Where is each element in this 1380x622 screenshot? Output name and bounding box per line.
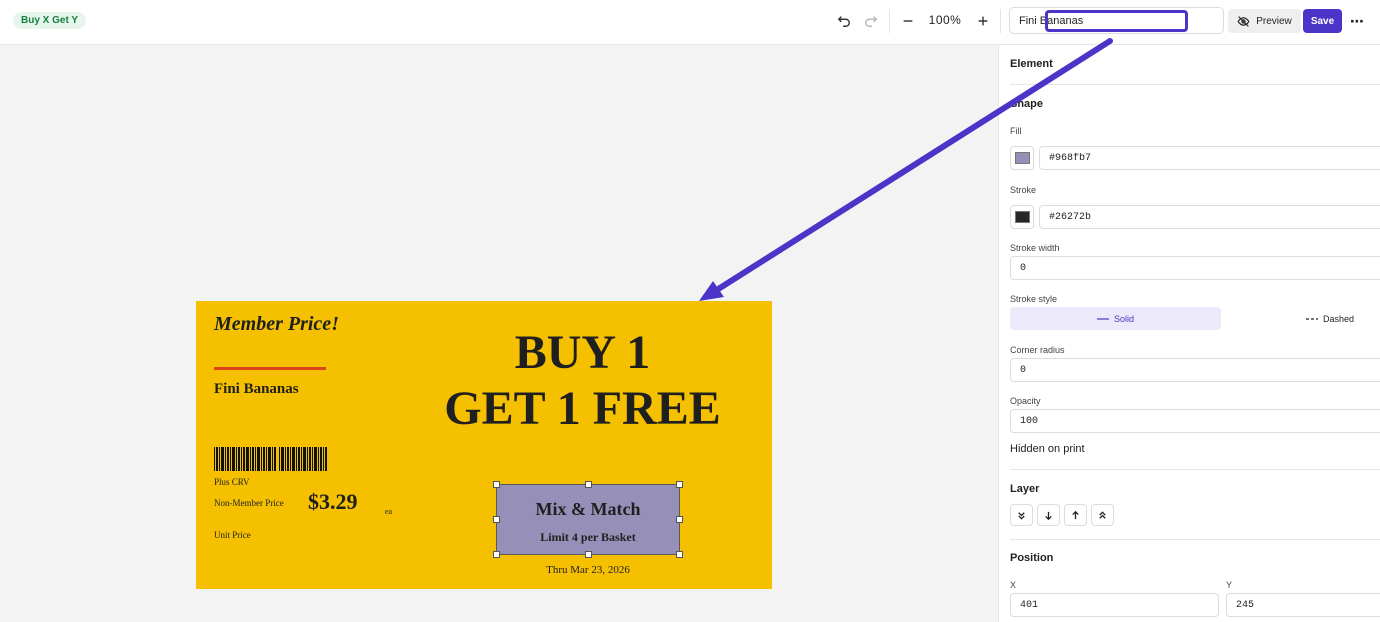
mix-match-shape[interactable]: Mix & Match Limit 4 per Basket <box>496 484 680 555</box>
eye-off-icon <box>1237 15 1250 27</box>
properties-panel: Element Shape Fill Stroke Stroke width S… <box>998 45 1380 622</box>
preview-label: Preview <box>1256 15 1292 27</box>
resize-handle-se[interactable] <box>676 551 683 558</box>
mix-match-title: Mix & Match <box>535 499 641 519</box>
panel-divider <box>1010 539 1380 540</box>
zoom-in-icon <box>978 16 988 26</box>
position-heading: Position <box>1010 552 1054 564</box>
corner-radius-input[interactable] <box>1010 358 1380 382</box>
dashed-line-icon <box>1305 317 1318 320</box>
barcode-icon[interactable] <box>214 447 327 471</box>
stroke-style-solid[interactable]: Solid <box>1010 307 1221 330</box>
product-name-text[interactable]: Fini Bananas <box>214 381 299 398</box>
top-bar: Buy X Get Y 100% Preview Save ⋯ <box>0 0 1380 45</box>
toolbar-divider <box>889 9 890 33</box>
fill-label: Fill <box>1010 126 1022 136</box>
bring-forward-icon <box>1072 510 1079 519</box>
stroke-width-input[interactable] <box>1010 256 1380 280</box>
resize-handle-sw[interactable] <box>493 551 500 558</box>
send-backward-icon <box>1045 511 1052 520</box>
zoom-level: 100% <box>928 13 962 27</box>
bring-to-front-icon <box>1099 510 1106 519</box>
panel-divider <box>1010 469 1380 470</box>
y-label: Y <box>1226 580 1233 590</box>
zoom-out-button[interactable] <box>897 10 919 32</box>
send-backward-button[interactable] <box>1037 504 1060 526</box>
corner-radius-label: Corner radius <box>1010 345 1065 355</box>
undo-button[interactable] <box>833 10 855 32</box>
fill-color-chip <box>1014 152 1030 164</box>
resize-handle-w[interactable] <box>493 516 500 523</box>
resize-handle-nw[interactable] <box>493 481 500 488</box>
member-price-text[interactable]: Member Price! <box>214 313 339 336</box>
position-x-input[interactable] <box>1010 593 1219 617</box>
fill-color-swatch[interactable] <box>1010 146 1034 170</box>
stroke-style-dashed[interactable]: Dashed <box>1223 307 1380 330</box>
valid-thru-text[interactable]: Thru Mar 23, 2026 <box>496 564 680 576</box>
redo-button[interactable] <box>860 10 882 32</box>
more-icon[interactable]: ⋯ <box>1347 10 1367 32</box>
template-name-input[interactable] <box>1009 7 1224 34</box>
resize-handle-ne[interactable] <box>676 481 683 488</box>
accent-line[interactable] <box>214 367 326 370</box>
toolbar-divider <box>1000 9 1001 33</box>
stroke-color-input[interactable] <box>1039 205 1380 229</box>
resize-handle-e[interactable] <box>676 516 683 523</box>
zoom-out-icon <box>903 20 913 22</box>
layer-heading: Layer <box>1010 483 1040 495</box>
position-y-input[interactable] <box>1226 593 1380 617</box>
preview-button[interactable]: Preview <box>1228 9 1301 33</box>
element-heading: Element <box>1010 58 1053 70</box>
stroke-width-label: Stroke width <box>1010 243 1060 253</box>
headline-line-1: BUY 1 <box>514 326 651 379</box>
hidden-on-print-toggle[interactable]: Hidden on print <box>1010 443 1085 455</box>
solid-line-icon <box>1096 317 1109 320</box>
opacity-label: Opacity <box>1010 396 1041 406</box>
stroke-label: Stroke <box>1010 185 1037 195</box>
redo-icon <box>865 16 878 27</box>
headline-line-2: GET 1 FREE <box>444 382 721 435</box>
send-to-back-button[interactable] <box>1010 504 1033 526</box>
unit-price-text[interactable]: Unit Price <box>214 530 251 540</box>
x-label: X <box>1010 580 1017 590</box>
stroke-style-label: Stroke style <box>1010 294 1058 304</box>
undo-icon <box>837 16 850 27</box>
stroke-color-swatch[interactable] <box>1010 205 1034 229</box>
fill-color-input[interactable] <box>1039 146 1380 170</box>
price-label-canvas[interactable]: Member Price! Fini Bananas Plus CRV Non-… <box>196 301 772 589</box>
offer-headline[interactable]: BUY 1 GET 1 FREE <box>426 325 739 437</box>
resize-handle-s[interactable] <box>585 551 592 558</box>
mix-match-limit: Limit 4 per Basket <box>540 530 636 544</box>
solid-label: Solid <box>1113 313 1134 324</box>
send-to-back-icon <box>1018 511 1025 520</box>
shape-heading: Shape <box>1010 98 1044 110</box>
template-type-tag[interactable]: Buy X Get Y <box>13 12 87 29</box>
dashed-label: Dashed <box>1322 313 1355 324</box>
bring-to-front-button[interactable] <box>1091 504 1114 526</box>
opacity-input[interactable] <box>1010 409 1380 433</box>
save-button[interactable]: Save <box>1303 9 1342 33</box>
zoom-in-button[interactable] <box>972 10 994 32</box>
bring-forward-button[interactable] <box>1064 504 1087 526</box>
plus-crv-text[interactable]: Plus CRV <box>214 477 250 487</box>
panel-divider <box>1010 84 1380 85</box>
stroke-color-chip <box>1014 211 1030 223</box>
non-member-price-text[interactable]: Non-Member Price <box>214 498 284 508</box>
resize-handle-n[interactable] <box>585 481 592 488</box>
each-text[interactable]: ea <box>385 507 392 516</box>
price-text[interactable]: $3.29 <box>308 489 358 515</box>
